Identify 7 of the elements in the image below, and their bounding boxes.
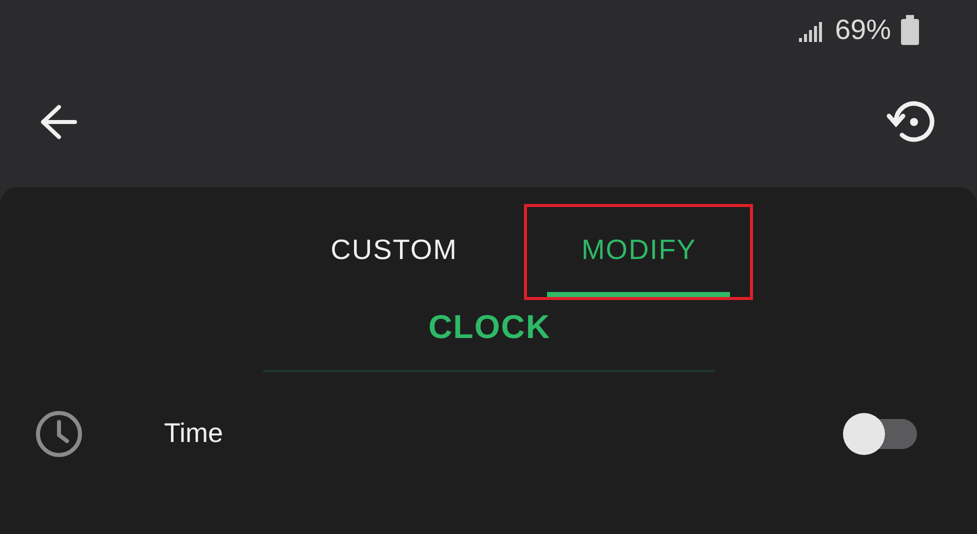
battery-percentage: 69%: [834, 13, 891, 47]
tab[interactable]: CUSTOM: [296, 215, 492, 297]
section-title: CLOCK: [428, 307, 551, 347]
toggle-switch[interactable]: [843, 412, 919, 454]
setting-label: Time: [164, 417, 224, 450]
clock-icon: [34, 408, 84, 458]
battery-icon: [901, 15, 919, 45]
